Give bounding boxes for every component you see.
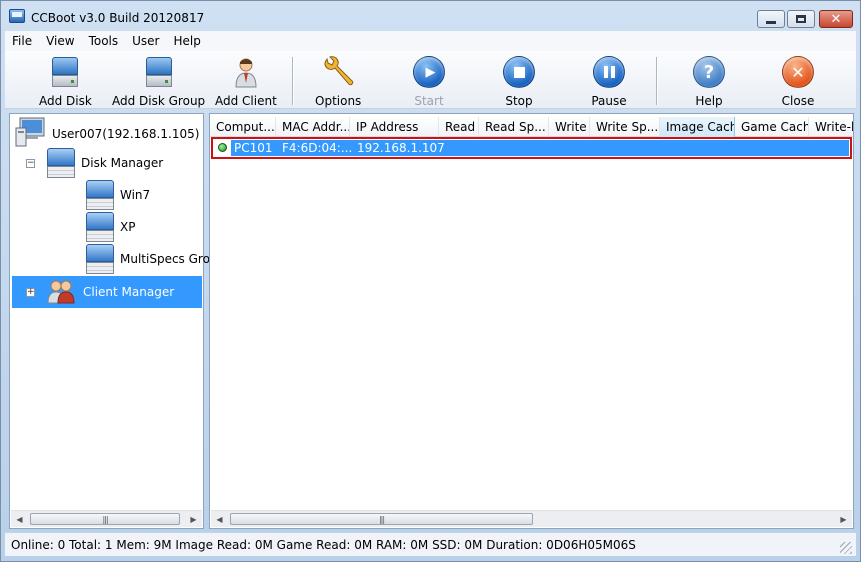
disk-icon <box>86 212 114 242</box>
wrench-icon <box>318 55 358 89</box>
right-horizontal-scrollbar[interactable]: ◀ ||| ▶ <box>211 510 852 527</box>
stop-label: Stop <box>505 94 533 108</box>
user-icon <box>226 55 266 89</box>
menu-bar: File View Tools User Help <box>5 31 856 51</box>
table-row[interactable]: PC101 F4:6D:04:... 192.168.1.107 <box>211 137 852 159</box>
col-read[interactable]: Read <box>439 117 479 137</box>
menu-user[interactable]: User <box>125 34 166 48</box>
options-label: Options <box>315 94 362 108</box>
scroll-left-arrow[interactable]: ◀ <box>11 511 28 527</box>
disk-group-icon <box>139 55 179 89</box>
pause-icon <box>589 55 629 89</box>
collapse-icon[interactable]: − <box>26 158 35 168</box>
menu-tools[interactable]: Tools <box>82 34 126 48</box>
cell-computer: PC101 <box>234 141 273 155</box>
col-game-cache[interactable]: Game Cache <box>735 117 809 137</box>
toolbar-separator <box>292 57 293 105</box>
menu-help[interactable]: Help <box>167 34 208 48</box>
close-label: Close <box>781 94 815 108</box>
online-status-icon <box>218 143 227 152</box>
scroll-right-arrow[interactable]: ▶ <box>185 511 202 527</box>
stop-button[interactable]: Stop <box>499 55 539 108</box>
help-icon: ? <box>689 55 729 89</box>
minimize-icon <box>766 20 776 24</box>
options-button[interactable]: Options <box>315 55 361 108</box>
cell-mac: F4:6D:04:... <box>282 141 353 155</box>
scroll-left-arrow[interactable]: ◀ <box>211 511 228 527</box>
help-button[interactable]: ? Help <box>689 55 729 108</box>
add-disk-label: Add Disk <box>39 94 92 108</box>
col-read-speed[interactable]: Read Sp... <box>479 117 549 137</box>
tree-disk-label: Win7 <box>120 188 151 202</box>
start-button[interactable]: ▶ Start <box>409 55 449 108</box>
status-text: Online: 0 Total: 1 Mem: 9M Image Read: 0… <box>11 537 636 552</box>
start-label: Start <box>414 94 444 108</box>
disk-icon <box>45 55 85 89</box>
col-mac-address[interactable]: MAC Addr... <box>276 117 350 137</box>
tree-disk-label: XP <box>120 220 136 234</box>
scroll-thumb[interactable]: ||| <box>230 513 533 525</box>
navigation-tree[interactable]: User007(192.168.1.105) − Disk Manager Wi… <box>9 113 225 529</box>
close-icon: ✕ <box>778 55 818 89</box>
add-disk-group-label: Add Disk Group <box>112 94 206 108</box>
help-label: Help <box>695 94 723 108</box>
client-list[interactable]: Comput... MAC Addr... IP Address Read Re… <box>209 113 854 529</box>
tree-disk-item[interactable]: MultiSpecs Group <box>86 244 225 274</box>
title-bar[interactable]: CCBoot v3.0 Build 20120817 ✕ <box>1 1 860 31</box>
minimize-button[interactable] <box>757 10 785 28</box>
disk-manager-icon <box>47 148 75 178</box>
pause-label: Pause <box>591 94 627 108</box>
col-write[interactable]: Write <box>549 117 590 137</box>
toolbar: Add Disk Add Disk Group Add Client Optio… <box>5 51 856 109</box>
left-horizontal-scrollbar[interactable]: ◀ ||| ▶ <box>11 510 202 527</box>
users-icon <box>47 278 75 307</box>
main-window: CCBoot v3.0 Build 20120817 ✕ File View T… <box>0 0 861 562</box>
col-computer[interactable]: Comput... <box>210 117 276 137</box>
row-selection: PC101 F4:6D:04:... 192.168.1.107 <box>231 140 849 156</box>
tree-disk-item[interactable]: XP <box>86 212 135 242</box>
menu-view[interactable]: View <box>39 34 81 48</box>
scroll-thumb[interactable]: ||| <box>30 513 180 525</box>
tree-disk-manager[interactable]: − Disk Manager <box>26 148 163 178</box>
disk-icon <box>86 244 114 274</box>
add-client-label: Add Client <box>215 94 277 108</box>
tree-disk-item[interactable]: Win7 <box>86 180 150 210</box>
disk-icon <box>86 180 114 210</box>
pause-button[interactable]: Pause <box>589 55 629 108</box>
add-disk-group-button[interactable]: Add Disk Group <box>112 55 205 108</box>
col-write-speed[interactable]: Write Sp... <box>590 117 660 137</box>
add-client-button[interactable]: Add Client <box>215 55 277 108</box>
stop-icon <box>499 55 539 89</box>
close-button[interactable]: ✕ Close <box>778 55 818 108</box>
close-icon: ✕ <box>830 11 842 27</box>
resize-grip-icon[interactable] <box>840 542 852 554</box>
window-title: CCBoot v3.0 Build 20120817 <box>31 11 205 25</box>
cell-ip: 192.168.1.107 <box>357 141 445 155</box>
scroll-right-arrow[interactable]: ▶ <box>835 511 852 527</box>
tree-client-manager-label: Client Manager <box>83 285 175 299</box>
col-write-back[interactable]: Write-ba <box>809 117 853 137</box>
maximize-icon <box>796 15 806 23</box>
maximize-button[interactable] <box>787 10 815 28</box>
col-ip-address[interactable]: IP Address <box>350 117 439 137</box>
expand-icon[interactable]: + <box>26 287 35 297</box>
app-icon <box>9 9 25 23</box>
tree-server-label: User007(192.168.1.105) <box>52 126 200 141</box>
tree-disk-manager-label: Disk Manager <box>81 156 164 170</box>
col-image-cache[interactable]: Image Cache <box>660 117 735 137</box>
tree-client-manager[interactable]: + Client Manager <box>12 276 202 308</box>
computer-icon <box>14 116 48 151</box>
toolbar-separator <box>656 57 657 105</box>
close-window-button[interactable]: ✕ <box>819 10 853 28</box>
play-icon: ▶ <box>409 55 449 89</box>
tree-server[interactable]: User007(192.168.1.105) <box>14 116 199 151</box>
add-disk-button[interactable]: Add Disk <box>39 55 92 108</box>
list-header: Comput... MAC Addr... IP Address Read Re… <box>210 117 853 137</box>
menu-file[interactable]: File <box>5 34 39 48</box>
status-bar: Online: 0 Total: 1 Mem: 9M Image Read: 0… <box>5 532 856 556</box>
